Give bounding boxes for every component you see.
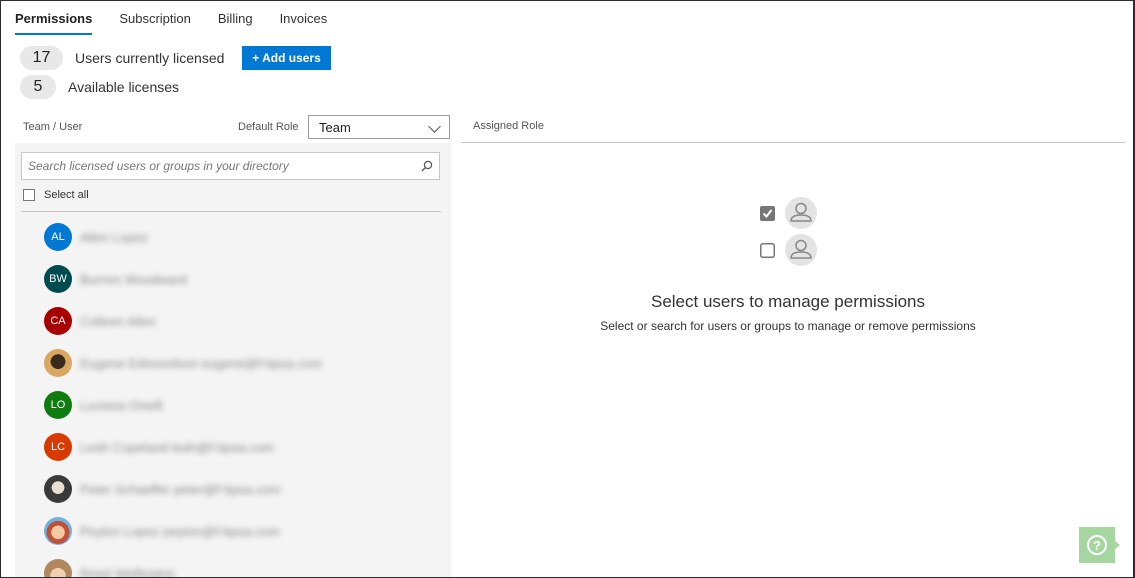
users-selection-illustration bbox=[760, 197, 817, 266]
user-name: Allen Lopez bbox=[80, 229, 148, 245]
help-button[interactable]: ? bbox=[1079, 527, 1115, 563]
select-all-label: Select all bbox=[44, 189, 89, 201]
user-name: Luciana Oneill bbox=[80, 397, 163, 413]
assigned-role-divider bbox=[461, 142, 1125, 143]
app-window: Permissions Subscription Billing Invoice… bbox=[0, 0, 1135, 578]
select-all-row: Select all bbox=[23, 189, 89, 201]
licensed-count-badge: 17 bbox=[20, 46, 63, 70]
tab-billing[interactable]: Billing bbox=[218, 11, 253, 35]
avatar: BW bbox=[44, 265, 72, 293]
user-name: Colleen Allen bbox=[80, 313, 156, 329]
empty-state-subtitle: Select or search for users or groups to … bbox=[600, 319, 976, 333]
default-role-value: Team bbox=[319, 119, 351, 135]
avatar-photo bbox=[44, 517, 72, 545]
user-name: Reed Wellington bbox=[80, 565, 176, 578]
user-name: Eugene Edmondson eugene@f-bpsa.com bbox=[80, 355, 323, 371]
list-item[interactable]: CA Colleen Allen bbox=[44, 307, 156, 335]
empty-state-title: Select users to manage permissions bbox=[650, 292, 926, 311]
unchecked-checkbox-icon bbox=[760, 243, 775, 258]
default-role-dropdown[interactable]: Team bbox=[308, 115, 450, 139]
search-box bbox=[21, 152, 440, 180]
avatar-photo bbox=[44, 559, 72, 577]
tab-bar: Permissions Subscription Billing Invoice… bbox=[15, 11, 354, 35]
list-item[interactable]: AL Allen Lopez bbox=[44, 223, 148, 251]
user-name: Burnes Woodward bbox=[80, 271, 187, 287]
avatar: CA bbox=[44, 307, 72, 335]
available-count-row: 5 Available licenses bbox=[20, 75, 179, 99]
available-count-badge: 5 bbox=[20, 75, 56, 99]
user-name: Peyton Lopez peyton@f-bpsa.com bbox=[80, 523, 280, 539]
list-item[interactable]: Eugene Edmondson eugene@f-bpsa.com bbox=[44, 349, 322, 377]
help-pointer-arrow bbox=[1115, 541, 1120, 549]
user-name: Leah Copeland leah@f-bpsa.com bbox=[80, 439, 274, 455]
user-name: Peter Schaeffer peter@f-bpsa.com bbox=[80, 481, 281, 497]
avatar-photo bbox=[44, 475, 72, 503]
checked-checkbox-icon bbox=[760, 206, 775, 221]
list-item[interactable]: LC Leah Copeland leah@f-bpsa.com bbox=[44, 433, 274, 461]
person-icon bbox=[785, 234, 817, 266]
licensed-count-row: 17 Users currently licensed bbox=[20, 46, 224, 70]
select-all-checkbox[interactable] bbox=[23, 189, 35, 201]
list-divider bbox=[21, 211, 441, 212]
avatar: LO bbox=[44, 391, 72, 419]
available-count-label: Available licenses bbox=[68, 79, 180, 95]
chevron-down-icon bbox=[428, 120, 441, 133]
avatar: AL bbox=[44, 223, 72, 251]
tab-permissions[interactable]: Permissions bbox=[15, 11, 93, 35]
tab-subscription[interactable]: Subscription bbox=[119, 11, 191, 35]
help-icon: ? bbox=[1087, 535, 1107, 555]
list-item[interactable]: Peyton Lopez peyton@f-bpsa.com bbox=[44, 517, 280, 545]
avatar: LC bbox=[44, 433, 72, 461]
default-role-label: Default Role bbox=[238, 121, 299, 133]
list-item[interactable]: Peter Schaeffer peter@f-bpsa.com bbox=[44, 475, 281, 503]
search-input[interactable] bbox=[22, 158, 420, 174]
list-item[interactable]: Reed Wellington bbox=[44, 559, 176, 578]
list-item[interactable]: BW Burnes Woodward bbox=[44, 265, 187, 293]
tab-invoices[interactable]: Invoices bbox=[280, 11, 328, 35]
team-user-column-label: Team / User bbox=[23, 121, 83, 133]
person-icon bbox=[785, 197, 817, 229]
avatar-photo bbox=[44, 349, 72, 377]
add-users-button[interactable]: + Add users bbox=[242, 46, 331, 70]
licensed-count-label: Users currently licensed bbox=[75, 50, 225, 66]
list-item[interactable]: LO Luciana Oneill bbox=[44, 391, 162, 419]
search-icon[interactable] bbox=[421, 160, 433, 172]
assigned-role-header: Assigned Role bbox=[473, 120, 544, 132]
